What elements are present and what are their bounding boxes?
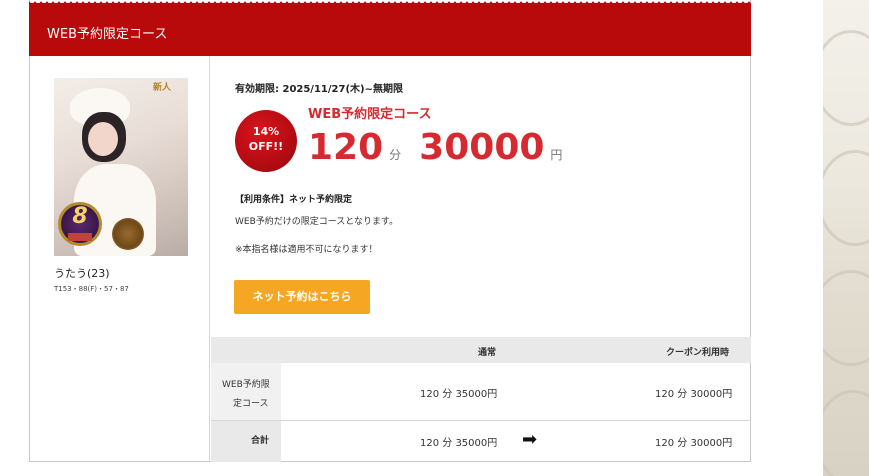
coupon-title: WEB予約限定コース xyxy=(47,27,168,42)
row-course-normal-price: 120 分 35000円 xyxy=(420,389,498,400)
discount-percent: 14% xyxy=(252,125,280,138)
row-course-coupon-price: 120 分 30000円 xyxy=(655,389,733,400)
therapist-photo[interactable]: 新人 8 xyxy=(54,78,188,256)
coupon-header: WEB予約限定コース xyxy=(29,7,751,56)
total-label-cell xyxy=(211,421,281,462)
validity-period: 有効期限: 2025/11/27(木)~無期限 xyxy=(235,84,403,95)
net-reservation-button[interactable]: ネット予約はこちら xyxy=(234,280,370,314)
usage-conditions: 【利用条件】ネット予約限定 xyxy=(235,195,353,205)
total-normal-price: 120 分 35000円 xyxy=(420,438,498,449)
row-course-label-line1: WEB予約限 xyxy=(222,380,270,390)
row-label-cell xyxy=(211,363,281,420)
discount-badge: 14% OFF!! xyxy=(235,110,297,172)
total-coupon-price: 120 分 30000円 xyxy=(655,438,733,449)
course-minutes: 120 xyxy=(308,127,384,168)
course-description: WEB予約だけの限定コースとなります。 xyxy=(235,217,399,227)
course-price: 120 分 30000 円 xyxy=(308,128,562,168)
scalloped-edge xyxy=(29,0,751,7)
award-badge-icon xyxy=(112,218,144,250)
price-unit: 円 xyxy=(550,148,563,162)
photo-face xyxy=(88,122,118,156)
therapist-specs: T153・88(F)・57・87 xyxy=(54,285,129,293)
course-price-value: 30000 xyxy=(419,127,545,168)
therapist-name[interactable]: うたう(23) xyxy=(54,265,110,281)
discount-off-label: OFF!! xyxy=(248,140,284,153)
table-divider xyxy=(211,420,751,421)
new-badge: 新人 xyxy=(152,83,171,93)
header-coupon: クーポン利用時 xyxy=(666,348,730,358)
knit-sweater-image xyxy=(823,0,869,476)
right-arrow-icon: ➡ xyxy=(522,429,538,450)
row-course-label-line2: 定コース xyxy=(233,399,269,409)
course-name: WEB予約限定コース xyxy=(308,107,432,122)
header-normal: 通常 xyxy=(478,348,497,358)
rank-badge-icon: 8 xyxy=(58,202,102,246)
minutes-unit: 分 xyxy=(389,148,402,162)
total-label: 合計 xyxy=(251,436,270,446)
course-note: ※本指名様は適用不可になります！ xyxy=(235,245,378,255)
